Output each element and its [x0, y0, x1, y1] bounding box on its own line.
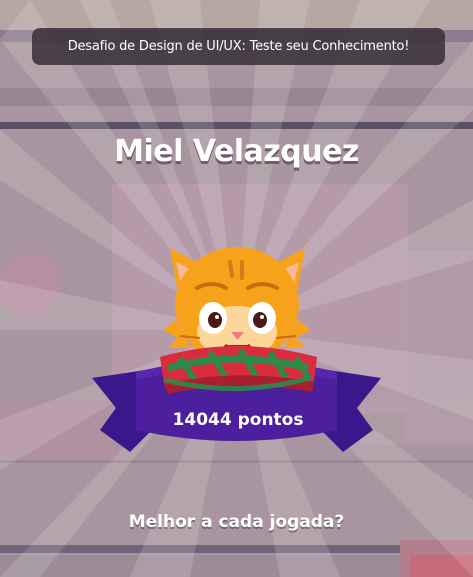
score-label: 14044 pontos — [172, 410, 304, 430]
tagline-text: Melhor a cada jogada? — [128, 512, 345, 532]
mascot-group — [92, 247, 381, 452]
cat-with-scarf-icon — [160, 247, 317, 394]
results-screen: Desafio de Design de UI/UX: Teste seu Co… — [0, 0, 473, 577]
